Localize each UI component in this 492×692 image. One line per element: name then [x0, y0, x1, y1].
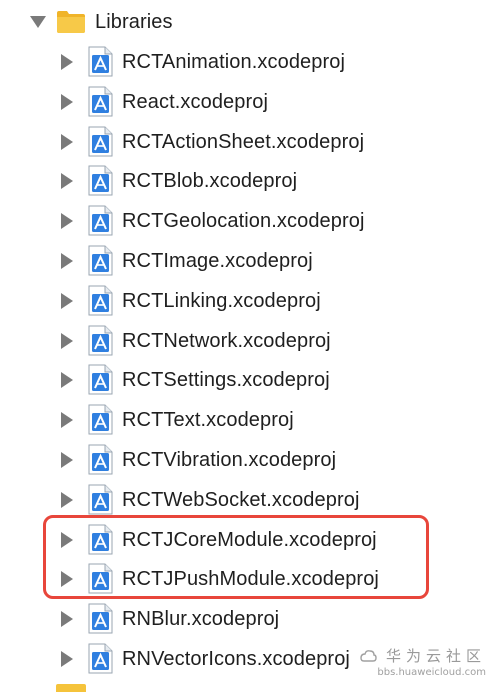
project-label: RCTVibration.xcodeproj	[122, 449, 337, 471]
project-row[interactable]: RCTBlob.xcodeproj	[0, 161, 492, 201]
xcodeproj-icon	[88, 444, 113, 475]
project-navigator: Libraries RCTAnimation.xcodeproj React.xc…	[0, 0, 492, 692]
disclosure-collapsed-icon[interactable]	[61, 412, 73, 429]
project-label: RCTSettings.xcodeproj	[122, 369, 330, 392]
disclosure-collapsed-icon[interactable]	[61, 133, 73, 150]
folder-icon	[57, 11, 85, 33]
project-label: RCTGeolocation.xcodeproj	[122, 210, 365, 233]
project-label: RCTActionSheet.xcodeproj	[122, 130, 365, 153]
project-label: RCTWebSocket.xcodeproj	[122, 488, 360, 511]
disclosure-collapsed-icon[interactable]	[61, 292, 73, 309]
project-label: React.xcodeproj	[122, 90, 269, 113]
disclosure-collapsed-icon[interactable]	[61, 213, 73, 230]
xcodeproj-icon	[88, 86, 113, 117]
group-row-libraries[interactable]: Libraries	[0, 2, 492, 42]
xcodeproj-icon	[88, 126, 113, 157]
xcodeproj-icon	[88, 165, 113, 196]
watermark: 华为云社区 bbs.huaweicloud.com	[359, 645, 486, 678]
disclosure-collapsed-icon[interactable]	[61, 54, 73, 70]
group-label: Libraries	[95, 11, 173, 33]
project-row[interactable]: RCTAnimation.xcodeproj	[0, 42, 492, 82]
cloud-logo-icon	[360, 649, 377, 662]
xcodeproj-icon	[88, 245, 113, 276]
disclosure-collapsed-icon[interactable]	[61, 491, 73, 508]
xcodeproj-icon	[88, 603, 113, 634]
project-row[interactable]: RCTLinking.xcodeproj	[0, 281, 492, 321]
project-label: RCTText.xcodeproj	[122, 409, 294, 432]
project-label: RCTImage.xcodeproj	[122, 250, 313, 272]
project-row[interactable]: RCTSettings.xcodeproj	[0, 360, 492, 400]
project-row[interactable]: React.xcodeproj	[0, 82, 492, 122]
project-label: RNVectorIcons.xcodeproj	[122, 648, 350, 670]
project-row[interactable]: RCTWebSocket.xcodeproj	[0, 480, 492, 520]
xcodeproj-icon	[88, 205, 113, 236]
project-row[interactable]: RCTImage.xcodeproj	[0, 241, 492, 281]
project-label: RCTNetwork.xcodeproj	[122, 329, 331, 352]
disclosure-collapsed-icon[interactable]	[61, 611, 73, 628]
xcodeproj-icon	[88, 285, 113, 316]
xcodeproj-icon	[88, 484, 113, 515]
project-row[interactable]: RNBlur.xcodeproj	[0, 599, 492, 639]
highlight-annotation-box	[43, 515, 429, 599]
disclosure-collapsed-icon[interactable]	[61, 452, 73, 468]
project-label: RCTAnimation.xcodeproj	[122, 51, 346, 73]
partial-row	[0, 684, 492, 692]
watermark-url: bbs.huaweicloud.com	[377, 667, 486, 678]
project-row[interactable]: RCTNetwork.xcodeproj	[0, 321, 492, 361]
xcodeproj-icon	[88, 404, 113, 435]
disclosure-collapsed-icon[interactable]	[61, 173, 73, 190]
project-label: RCTBlob.xcodeproj	[122, 170, 298, 193]
project-label: RNBlur.xcodeproj	[122, 608, 280, 631]
watermark-title: 华为云社区	[385, 647, 486, 665]
xcodeproj-icon	[88, 325, 113, 356]
project-row[interactable]: RCTVibration.xcodeproj	[0, 440, 492, 480]
xcodeproj-icon	[88, 643, 113, 674]
disclosure-collapsed-icon[interactable]	[61, 253, 73, 269]
disclosure-collapsed-icon[interactable]	[61, 651, 73, 667]
folder-icon	[56, 684, 86, 692]
disclosure-collapsed-icon[interactable]	[61, 372, 73, 389]
disclosure-collapsed-icon[interactable]	[61, 93, 73, 110]
disclosure-expanded-icon[interactable]	[30, 16, 46, 28]
project-row[interactable]: RCTText.xcodeproj	[0, 400, 492, 440]
disclosure-collapsed-icon[interactable]	[61, 332, 73, 349]
project-row[interactable]: RCTGeolocation.xcodeproj	[0, 201, 492, 241]
project-label: RCTLinking.xcodeproj	[122, 289, 321, 312]
project-row[interactable]: RCTActionSheet.xcodeproj	[0, 122, 492, 162]
xcodeproj-icon	[88, 364, 113, 395]
xcodeproj-icon	[88, 46, 113, 77]
